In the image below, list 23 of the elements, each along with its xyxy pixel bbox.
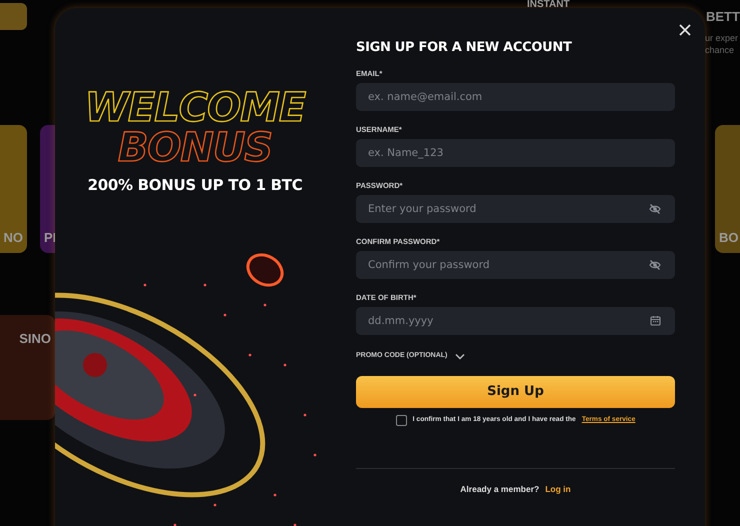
login-link[interactable]: Log in [545,482,571,496]
headline-text: WELCOME [84,88,306,128]
game-tile[interactable]: SINO [0,315,55,420]
form-title: SIGN UP FOR A NEW ACCOUNT [356,40,573,56]
chevron-icon[interactable] [455,352,466,360]
eye-slash-icon[interactable] [649,259,661,271]
bonus-text: 200% BONUS UP TO 1 BTC [88,175,302,196]
input-field[interactable]: ex. Name_123 [356,139,675,167]
calendar-icon[interactable] [650,315,661,326]
input-field[interactable]: dd.mm.yyyy [356,307,675,335]
background-text: BETT [706,10,740,23]
background-text: INSTANT [527,0,570,9]
consent-checkbox[interactable] [396,414,407,426]
background-text: chance [705,44,734,57]
background-text: ur exper [705,32,738,45]
button-background [0,3,27,30]
input-field[interactable]: Confirm your password [356,251,675,279]
input-field[interactable]: ex. name@email.com [356,83,675,111]
login-prompt: Already a member? [460,482,540,496]
eye-slash-icon[interactable] [649,203,661,215]
signup-button[interactable]: Sign Up [356,376,675,408]
input-field[interactable]: Enter your password [356,195,675,223]
headline-text: BONUS [118,128,272,168]
